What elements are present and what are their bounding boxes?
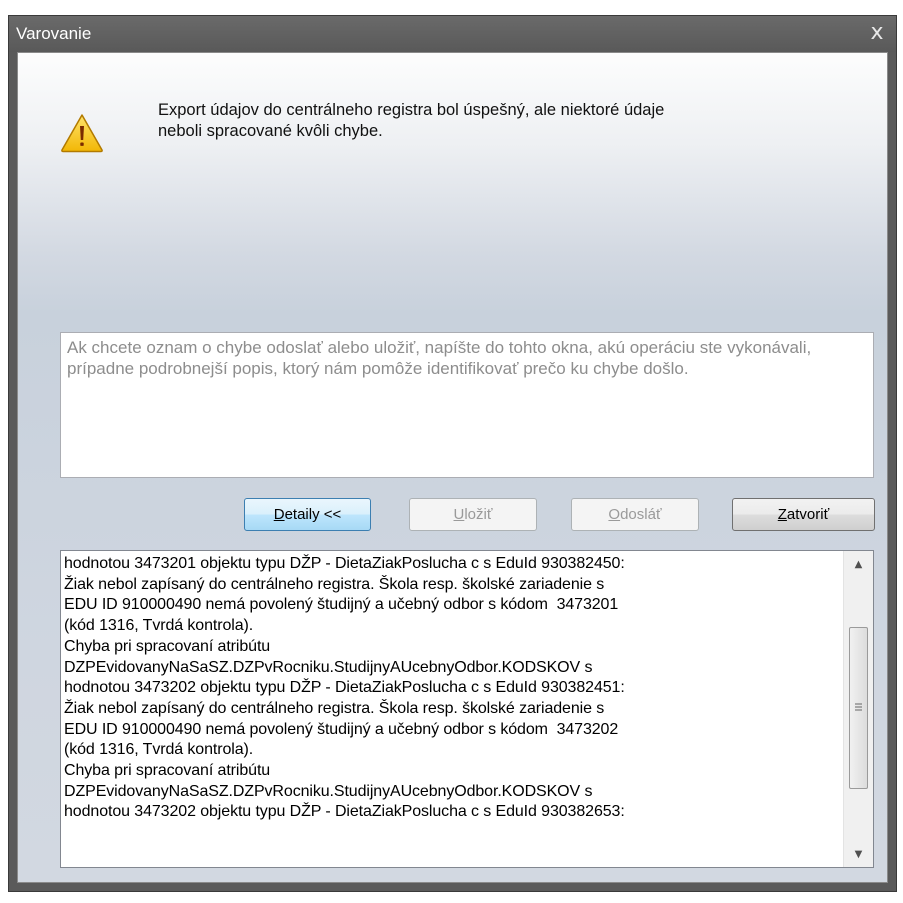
details-button-label: etaily << xyxy=(284,506,342,523)
close-button-label: atvoriť xyxy=(786,506,830,523)
send-button[interactable]: Odosláť xyxy=(571,498,699,531)
warning-dialog: Varovanie x Export údajov do centrálneho… xyxy=(8,15,897,892)
save-button-label: ložiť xyxy=(464,506,493,523)
message-text: Export údajov do centrálneho registra bo… xyxy=(158,101,665,140)
save-mnemonic: U xyxy=(453,506,465,523)
warning-icon xyxy=(61,114,103,153)
title-bar[interactable]: Varovanie x xyxy=(9,16,896,52)
close-mnemonic: Z xyxy=(777,506,787,523)
save-button[interactable]: Uložiť xyxy=(409,498,537,531)
details-textbox[interactable]: hodnotou 3473201 objektu typu DŽP - Diet… xyxy=(60,550,874,868)
details-button[interactable]: Detaily << xyxy=(244,498,371,531)
details-mnemonic: D xyxy=(273,506,285,523)
close-button[interactable]: Zatvoriť xyxy=(732,498,875,531)
send-button-label: dosláť xyxy=(620,506,662,523)
scroll-thumb[interactable] xyxy=(849,627,868,789)
comment-input[interactable] xyxy=(60,332,874,478)
scroll-down-icon[interactable]: ▼ xyxy=(844,841,873,867)
dialog-title: Varovanie xyxy=(16,24,92,43)
send-mnemonic: O xyxy=(608,506,621,523)
grip-icon xyxy=(855,703,862,711)
dialog-body: Export údajov do centrálneho registra bo… xyxy=(17,52,888,883)
vertical-scrollbar[interactable]: ▲ ▼ xyxy=(843,551,873,867)
close-icon[interactable]: x xyxy=(866,21,888,45)
scroll-up-icon[interactable]: ▲ xyxy=(844,551,873,577)
details-text: hodnotou 3473201 objektu typu DŽP - Diet… xyxy=(64,555,625,821)
